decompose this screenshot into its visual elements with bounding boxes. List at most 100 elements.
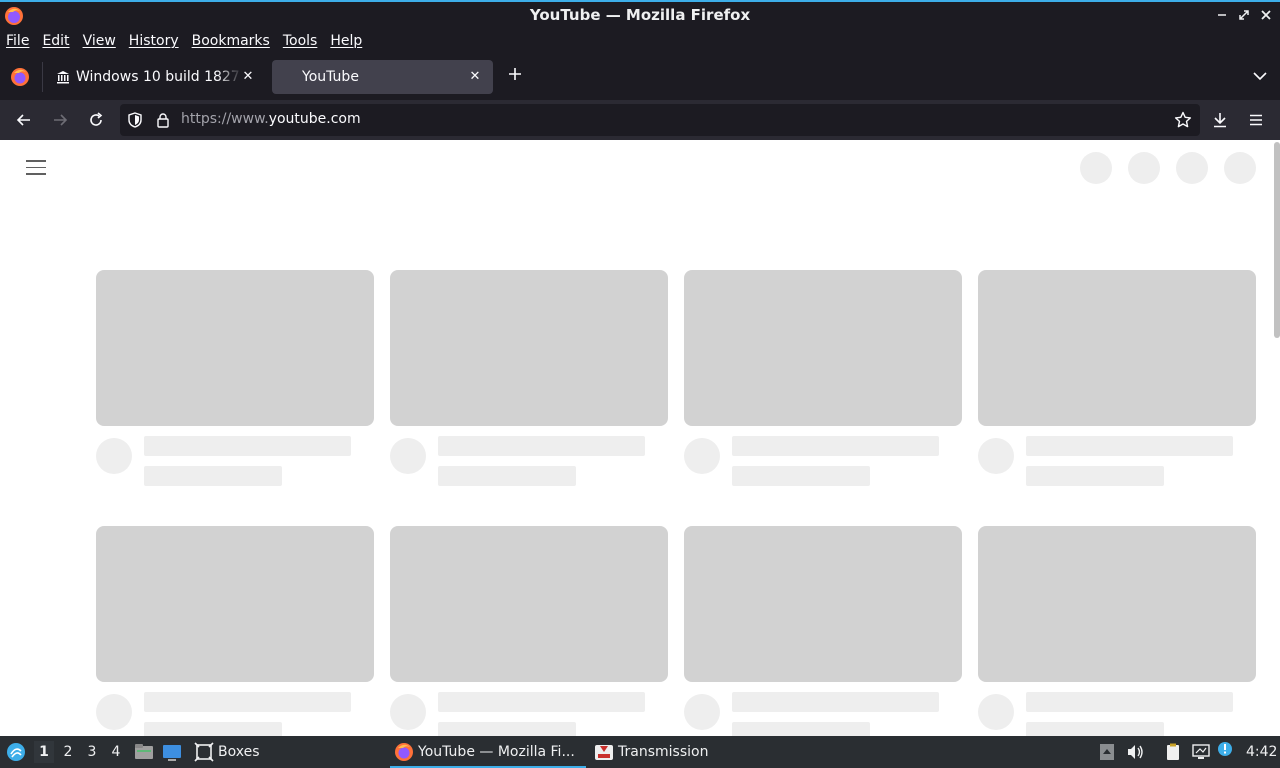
launcher-icon xyxy=(7,743,25,761)
maximize-button[interactable] xyxy=(1234,5,1254,25)
firefox-icon xyxy=(395,743,413,761)
video-meta-placeholder xyxy=(438,466,576,486)
video-thumbnail-placeholder xyxy=(684,270,962,426)
menu-tools[interactable]: Tools xyxy=(283,33,324,49)
window-title: YouTube — Mozilla Firefox xyxy=(529,6,751,24)
channel-avatar-placeholder xyxy=(96,438,132,474)
navigation-toolbar: https://www.youtube.com xyxy=(0,100,1280,140)
video-title-placeholder xyxy=(1026,436,1233,456)
video-meta-placeholder xyxy=(1026,722,1164,736)
plus-icon xyxy=(509,68,521,80)
video-title-placeholder xyxy=(144,692,351,712)
reload-button[interactable] xyxy=(84,108,108,132)
menu-file[interactable]: File xyxy=(6,33,35,49)
transmission-icon xyxy=(595,745,613,760)
header-button-placeholder xyxy=(1176,152,1208,184)
desktop-launcher[interactable] xyxy=(162,736,182,768)
header-button-placeholder xyxy=(1224,152,1256,184)
menu-help[interactable]: Help xyxy=(330,33,368,49)
application-launcher[interactable] xyxy=(4,736,28,768)
video-thumbnail-placeholder xyxy=(390,270,668,426)
museum-icon xyxy=(57,71,69,84)
close-tab-icon[interactable]: ✕ xyxy=(467,69,483,85)
video-meta-placeholder xyxy=(144,722,282,736)
url-domain: youtube.com xyxy=(268,111,361,127)
tab-label: Windows 10 build 18277 xyxy=(76,69,242,85)
downloads-button[interactable] xyxy=(1208,108,1232,132)
video-thumbnail-placeholder xyxy=(978,270,1256,426)
address-bar[interactable]: https://www.youtube.com xyxy=(120,104,1200,136)
shield-icon[interactable] xyxy=(127,112,143,128)
tab-strip: Windows 10 build 18277 ✕ YouTube ✕ xyxy=(0,54,1280,100)
forward-button[interactable] xyxy=(48,108,72,132)
url-text[interactable]: https://www.youtube.com xyxy=(181,111,361,127)
channel-avatar-placeholder xyxy=(684,438,720,474)
minimize-button[interactable] xyxy=(1212,5,1232,25)
workspace-2[interactable]: 2 xyxy=(58,741,78,763)
video-meta-placeholder xyxy=(732,466,870,486)
close-tab-icon[interactable]: ✕ xyxy=(240,69,256,85)
download-icon xyxy=(1214,113,1226,128)
video-thumbnail-placeholder xyxy=(96,526,374,682)
reload-icon xyxy=(90,112,103,126)
header-button-placeholder xyxy=(1080,152,1112,184)
task-firefox[interactable]: YouTube — Mozilla Fi... xyxy=(390,736,586,768)
volume-icon[interactable] xyxy=(1126,743,1144,761)
close-icon xyxy=(1261,10,1271,20)
video-meta-placeholder xyxy=(1026,466,1164,486)
workspace-1[interactable]: 1 xyxy=(34,741,54,763)
workspace-4[interactable]: 4 xyxy=(106,741,126,763)
clock[interactable]: 4:42 xyxy=(1246,736,1277,768)
chevron-down-icon[interactable] xyxy=(1252,68,1268,84)
task-transmission[interactable]: Transmission xyxy=(594,736,708,768)
channel-avatar-placeholder xyxy=(978,694,1014,730)
video-meta-placeholder xyxy=(732,722,870,736)
window-titlebar[interactable]: YouTube — Mozilla Firefox xyxy=(0,0,1280,28)
channel-avatar-placeholder xyxy=(978,438,1014,474)
guide-menu-icon[interactable] xyxy=(26,160,46,176)
video-meta-placeholder xyxy=(144,466,282,486)
video-thumbnail-placeholder xyxy=(390,526,668,682)
maximize-icon xyxy=(1239,10,1249,20)
task-label: YouTube — Mozilla Fi... xyxy=(418,744,575,760)
boxes-label: Boxes xyxy=(218,744,260,760)
back-button[interactable] xyxy=(12,108,36,132)
channel-avatar-placeholder xyxy=(96,694,132,730)
boxes-launcher[interactable]: Boxes xyxy=(194,736,260,768)
menu-edit[interactable]: Edit xyxy=(42,33,75,49)
page-scrollbar[interactable] xyxy=(1274,142,1280,338)
arrow-left-icon xyxy=(16,114,30,126)
channel-avatar-placeholder xyxy=(390,438,426,474)
video-meta-placeholder xyxy=(438,722,576,736)
network-icon[interactable] xyxy=(1192,743,1210,761)
tab-label: YouTube xyxy=(302,69,359,85)
lock-icon[interactable] xyxy=(155,112,171,128)
minimize-icon xyxy=(1218,14,1226,16)
video-title-placeholder xyxy=(732,692,939,712)
video-title-placeholder xyxy=(438,436,645,456)
menu-view[interactable]: View xyxy=(83,33,122,49)
app-menu-button[interactable] xyxy=(1244,108,1268,132)
info-notification-icon[interactable] xyxy=(1216,740,1234,758)
menu-history[interactable]: History xyxy=(129,33,185,49)
tab-youtube[interactable]: YouTube ✕ xyxy=(272,60,493,94)
close-window-button[interactable] xyxy=(1256,5,1276,25)
page-content xyxy=(0,140,1280,736)
notification-tray-icon[interactable] xyxy=(1098,743,1116,761)
tab-windows-10-build[interactable]: Windows 10 build 18277 ✕ xyxy=(48,60,266,94)
bookmark-star-icon[interactable] xyxy=(1174,111,1192,129)
video-title-placeholder xyxy=(144,436,351,456)
header-button-placeholder xyxy=(1128,152,1160,184)
firefox-view-icon[interactable] xyxy=(10,67,30,87)
channel-avatar-placeholder xyxy=(684,694,720,730)
file-manager-launcher[interactable] xyxy=(134,736,154,768)
clipboard-icon[interactable] xyxy=(1164,743,1182,761)
menu-bookmarks[interactable]: Bookmarks xyxy=(192,33,276,49)
firefox-icon xyxy=(5,7,23,25)
new-tab-button[interactable] xyxy=(504,66,526,88)
video-title-placeholder xyxy=(438,692,645,712)
hamburger-menu-icon xyxy=(1250,114,1262,126)
desktop-icon xyxy=(163,745,181,761)
video-title-placeholder xyxy=(1026,692,1233,712)
workspace-3[interactable]: 3 xyxy=(82,741,102,763)
